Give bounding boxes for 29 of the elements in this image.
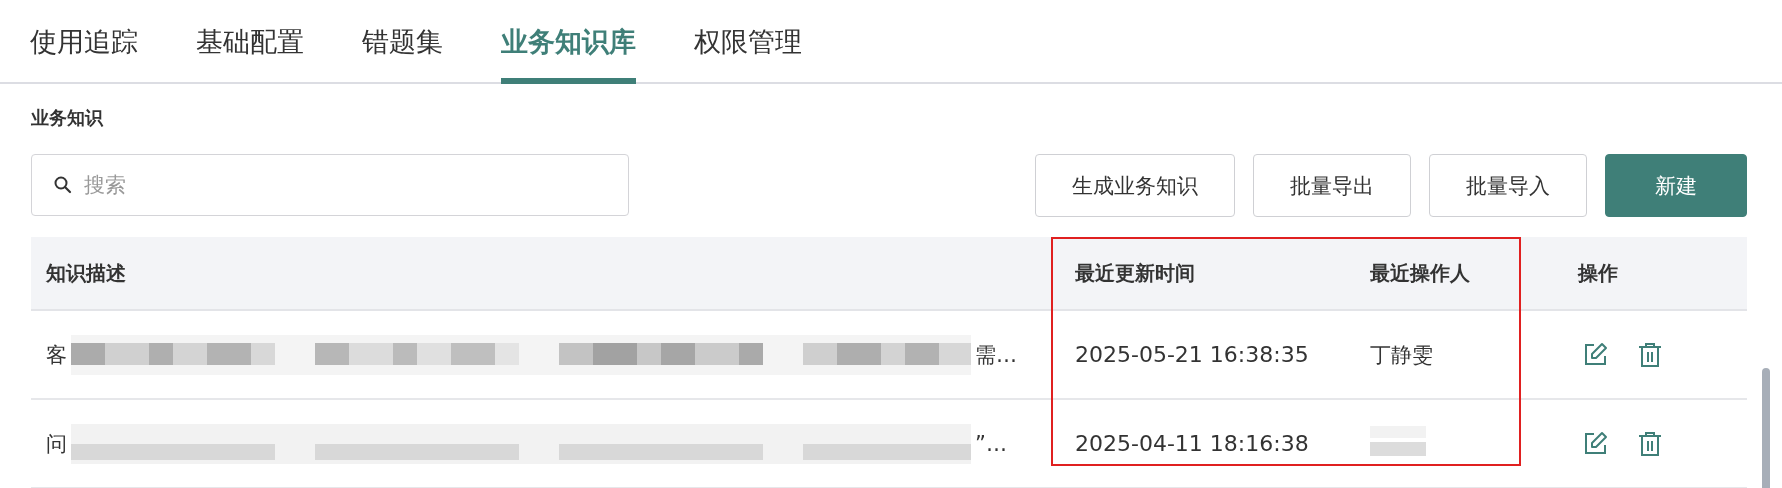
edit-icon[interactable]	[1582, 341, 1608, 368]
table-cell-text: 客	[46, 341, 67, 369]
column-header: 最近更新时间	[1075, 259, 1196, 287]
delete-icon[interactable]	[1638, 430, 1662, 457]
table-cell-text: 2025-05-21 16:38:35	[1075, 342, 1310, 367]
table-cell-text: 问	[46, 430, 67, 458]
action-button[interactable]: 生成业务知识	[1035, 154, 1235, 217]
action-button[interactable]: 批量导出	[1253, 154, 1411, 217]
tab[interactable]: 错题集	[362, 24, 443, 84]
edit-icon[interactable]	[1582, 430, 1608, 457]
table-cell: ”…	[975, 431, 1007, 456]
table-cell-text: 需…	[975, 341, 1017, 369]
search-field[interactable]: 搜索	[31, 154, 629, 216]
action-button[interactable]: 批量导入	[1429, 154, 1587, 217]
column-header: 最近操作人	[1370, 259, 1471, 287]
column-header: 操作	[1578, 259, 1619, 287]
section-title: 业务知识	[31, 106, 104, 130]
table-cell-text: 2025-04-11 18:16:38	[1075, 431, 1310, 456]
tab[interactable]: 使用追踪	[30, 24, 138, 84]
blurred-text	[1370, 424, 1426, 458]
scrollbar[interactable]	[1762, 368, 1770, 488]
tab[interactable]: 基础配置	[196, 24, 304, 84]
new-button[interactable]: 新建	[1605, 154, 1747, 217]
delete-icon[interactable]	[1638, 341, 1662, 368]
tab[interactable]: 权限管理	[694, 24, 802, 84]
column-header: 知识描述	[45, 259, 127, 287]
search-icon	[53, 175, 73, 195]
table-cell: 丁静雯	[1370, 342, 1433, 367]
tab[interactable]: 业务知识库	[501, 24, 636, 84]
